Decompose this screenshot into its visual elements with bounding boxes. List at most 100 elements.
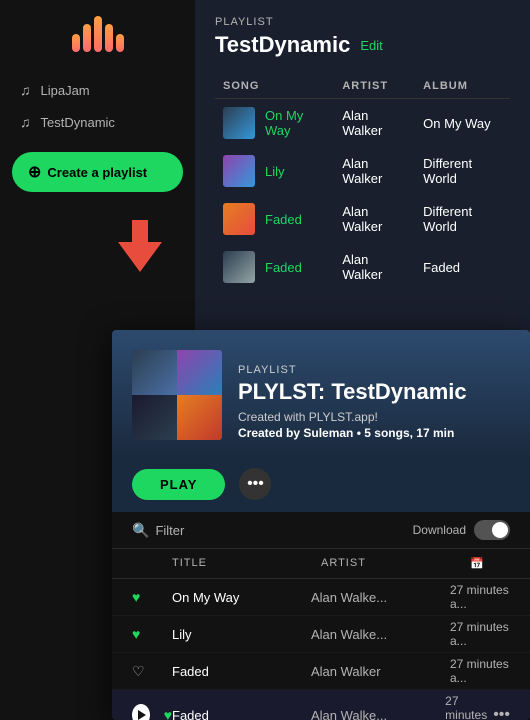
heart-icon[interactable]: ♥: [164, 707, 172, 720]
song-name: Faded: [265, 212, 302, 227]
download-toggle: Download: [413, 520, 510, 540]
track-left: ♥: [132, 589, 172, 605]
bottom-playlist-type: PLAYLIST: [238, 364, 510, 376]
plus-icon: ⊕: [28, 162, 41, 182]
song-cell[interactable]: Faded: [215, 243, 334, 291]
filter-wrapper: 🔍 Filter: [132, 522, 184, 539]
track-row[interactable]: ♥ On My Way Alan Walke... 27 minutes a..…: [112, 579, 530, 616]
track-title: On My Way: [172, 590, 311, 605]
table-row: Lily Alan Walker Different World: [215, 147, 510, 195]
sidebar: ♫ LipaJam ♫ TestDynamic ⊕ Create a playl…: [0, 0, 195, 340]
play-button[interactable]: PLAY: [132, 469, 225, 500]
art-quad-3: [132, 395, 177, 440]
song-art: [223, 203, 255, 235]
heart-icon[interactable]: ♥: [132, 626, 140, 642]
track-row[interactable]: ♥ Faded Alan Walke... 27 minutes a... ••…: [112, 690, 530, 720]
filter-label[interactable]: Filter: [155, 523, 184, 538]
playlist-type-label: PLAYLIST: [215, 16, 510, 28]
album-cell: Faded: [415, 243, 510, 291]
created-by-name: Suleman: [303, 426, 353, 440]
playlist-title: TestDynamic: [215, 32, 350, 58]
create-playlist-button[interactable]: ⊕ Create a playlist: [12, 152, 183, 192]
music-icon: ♫: [20, 114, 31, 130]
song-cell[interactable]: Lily: [215, 147, 334, 195]
arrow-container: [118, 270, 162, 272]
filter-row: 🔍 Filter Download: [112, 512, 530, 549]
logo-bar-5: [116, 34, 124, 52]
sidebar-item-label: LipaJam: [41, 83, 90, 98]
sidebar-item-testdynamic[interactable]: ♫ TestDynamic: [12, 108, 183, 136]
table-row: On My Way Alan Walker On My Way: [215, 99, 510, 148]
toggle-knob: [492, 522, 508, 538]
playlist-info: PLAYLIST PLYLST: TestDynamic Created wit…: [238, 364, 510, 440]
more-button[interactable]: •••: [239, 468, 271, 500]
album-cell: Different World: [415, 195, 510, 243]
arrow-down: [118, 242, 162, 272]
track-row[interactable]: ♡ Faded Alan Walker 27 minutes a...: [112, 653, 530, 690]
song-name: On My Way: [265, 108, 326, 138]
art-quad-1: [132, 350, 177, 395]
track-right: 27 minutes a... •••: [450, 694, 510, 720]
song-cell[interactable]: On My Way: [215, 99, 334, 148]
col-header-artist: ARTIST: [321, 553, 470, 574]
track-title: Faded: [172, 664, 311, 679]
logo: [12, 16, 183, 52]
artist-cell: Alan Walker: [334, 99, 415, 148]
song-name: Faded: [265, 260, 302, 275]
created-by-prefix: Created by: [238, 426, 300, 440]
header-spacer: [132, 553, 172, 574]
album-cell: On My Way: [415, 99, 510, 148]
table-row: Faded Alan Walker Different World: [215, 195, 510, 243]
edit-link[interactable]: Edit: [360, 38, 382, 53]
track-artist: Alan Walke...: [311, 627, 450, 642]
song-name: Lily: [265, 164, 285, 179]
art-quad-4: [177, 395, 222, 440]
track-time: 27 minutes a...: [445, 694, 487, 720]
bottom-playlist-meta: Created with PLYLST.app!: [238, 410, 510, 424]
download-toggle-switch[interactable]: [474, 520, 510, 540]
top-panel: ♫ LipaJam ♫ TestDynamic ⊕ Create a playl…: [0, 0, 530, 340]
artist-cell: Alan Walker: [334, 243, 415, 291]
bottom-playlist-meta-sub: Created by Suleman • 5 songs, 17 min: [238, 426, 510, 440]
sidebar-item-lipajam[interactable]: ♫ LipaJam: [12, 76, 183, 104]
song-art: [223, 251, 255, 283]
bottom-playlist-title: PLYLST: TestDynamic: [238, 380, 510, 404]
logo-bar-1: [72, 34, 80, 52]
playlist-artwork: [132, 350, 222, 440]
search-icon: 🔍: [132, 522, 149, 539]
track-artist: Alan Walke...: [311, 590, 450, 605]
col-header-title: TITLE: [172, 553, 321, 574]
create-playlist-label: Create a playlist: [47, 165, 147, 180]
calendar-icon: 📅: [470, 558, 485, 570]
artist-cell: Alan Walker: [334, 195, 415, 243]
track-left: ♥: [132, 626, 172, 642]
track-left: ♡: [132, 663, 172, 680]
song-art: [223, 107, 255, 139]
track-row[interactable]: ♥ Lily Alan Walke... 27 minutes a...: [112, 616, 530, 653]
artist-cell: Alan Walker: [334, 147, 415, 195]
logo-bars: [72, 16, 124, 52]
album-cell: Different World: [415, 147, 510, 195]
more-dots-icon: •••: [247, 475, 264, 493]
col-header-song: SONG: [215, 74, 334, 99]
download-label: Download: [413, 523, 466, 537]
song-table: SONG ARTIST ALBUM On My Way Alan Walker …: [215, 74, 510, 291]
bottom-panel: PLAYLIST PLYLST: TestDynamic Created wit…: [112, 330, 530, 720]
heart-icon[interactable]: ♡: [132, 663, 145, 680]
arrow-stem: [132, 220, 148, 242]
controls-row: PLAY •••: [112, 456, 530, 512]
logo-bar-3: [94, 16, 102, 52]
heart-icon[interactable]: ♥: [132, 589, 140, 605]
main-content: PLAYLIST TestDynamic Edit SONG ARTIST AL…: [195, 0, 530, 340]
col-header-artist: ARTIST: [334, 74, 415, 99]
song-cell[interactable]: Faded: [215, 195, 334, 243]
track-list: ♥ On My Way Alan Walke... 27 minutes a..…: [112, 579, 530, 720]
table-row: Faded Alan Walker Faded: [215, 243, 510, 291]
playlist-title-row: TestDynamic Edit: [215, 32, 510, 58]
track-title: Faded: [172, 708, 311, 720]
song-count: 5 songs, 17 min: [364, 426, 454, 440]
logo-bar-2: [83, 24, 91, 52]
track-title: Lily: [172, 627, 311, 642]
song-art: [223, 155, 255, 187]
sidebar-item-label: TestDynamic: [41, 115, 115, 130]
